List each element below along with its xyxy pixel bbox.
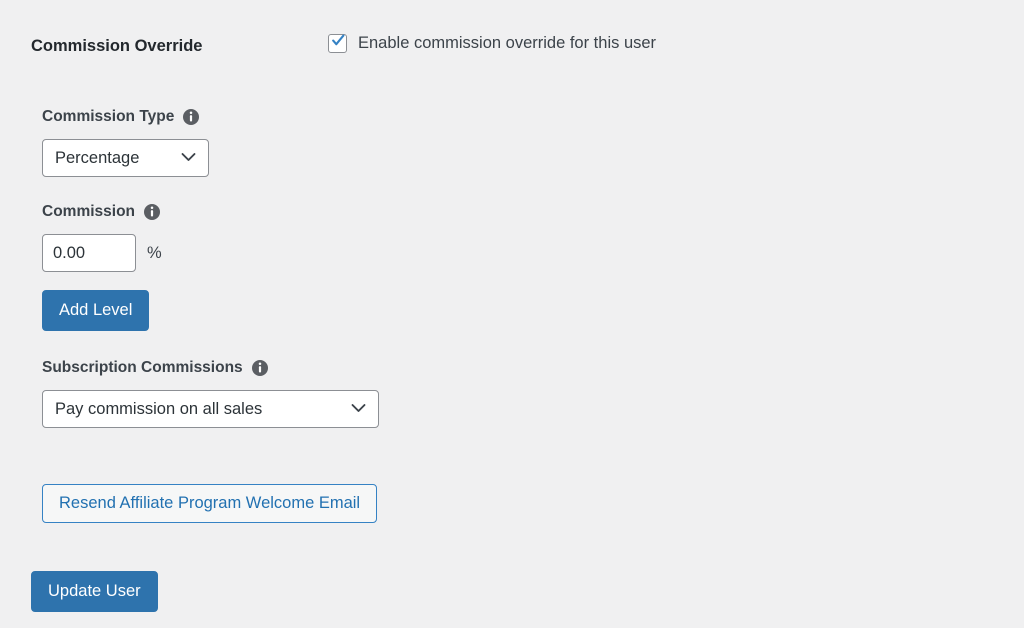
commission-type-label: Commission Type <box>42 108 175 125</box>
commission-label-row: Commission <box>42 201 642 223</box>
subscription-commissions-select[interactable]: Pay commission on all sales <box>42 390 379 428</box>
add-level-button[interactable]: Add Level <box>42 290 150 331</box>
info-icon[interactable] <box>251 360 268 376</box>
checkmark-icon <box>332 34 345 47</box>
commission-unit-label: % <box>147 244 162 262</box>
commission-type-value: Percentage <box>55 149 140 167</box>
info-icon[interactable] <box>183 109 200 125</box>
commission-override-panel: Commission Override Enable commission ov… <box>0 0 1024 628</box>
commission-label: Commission <box>42 203 136 220</box>
commission-override-header: Commission Override Enable commission ov… <box>31 33 656 59</box>
info-icon[interactable] <box>144 204 161 220</box>
commission-type-label-row: Commission Type <box>42 106 642 128</box>
enable-override-label[interactable]: Enable commission override for this user <box>358 33 656 54</box>
commission-input-row: % <box>42 234 642 272</box>
subscription-commissions-value: Pay commission on all sales <box>55 400 263 418</box>
commission-input[interactable] <box>42 234 136 272</box>
section-title: Commission Override <box>31 37 203 55</box>
chevron-down-icon <box>181 149 196 167</box>
subscription-commissions-label-row: Subscription Commissions <box>42 357 642 379</box>
commission-type-select[interactable]: Percentage <box>42 139 209 177</box>
enable-override-checkbox[interactable] <box>328 34 347 53</box>
commission-fields-group: Commission Type Percentage Commission 0.… <box>42 106 642 428</box>
update-user-button[interactable]: Update User <box>31 571 158 612</box>
resend-welcome-email-button[interactable]: Resend Affiliate Program Welcome Email <box>42 484 378 523</box>
enable-override-control[interactable]: Enable commission override for this user <box>328 33 656 54</box>
subscription-commissions-label: Subscription Commissions <box>42 359 243 376</box>
chevron-down-icon <box>351 400 366 418</box>
